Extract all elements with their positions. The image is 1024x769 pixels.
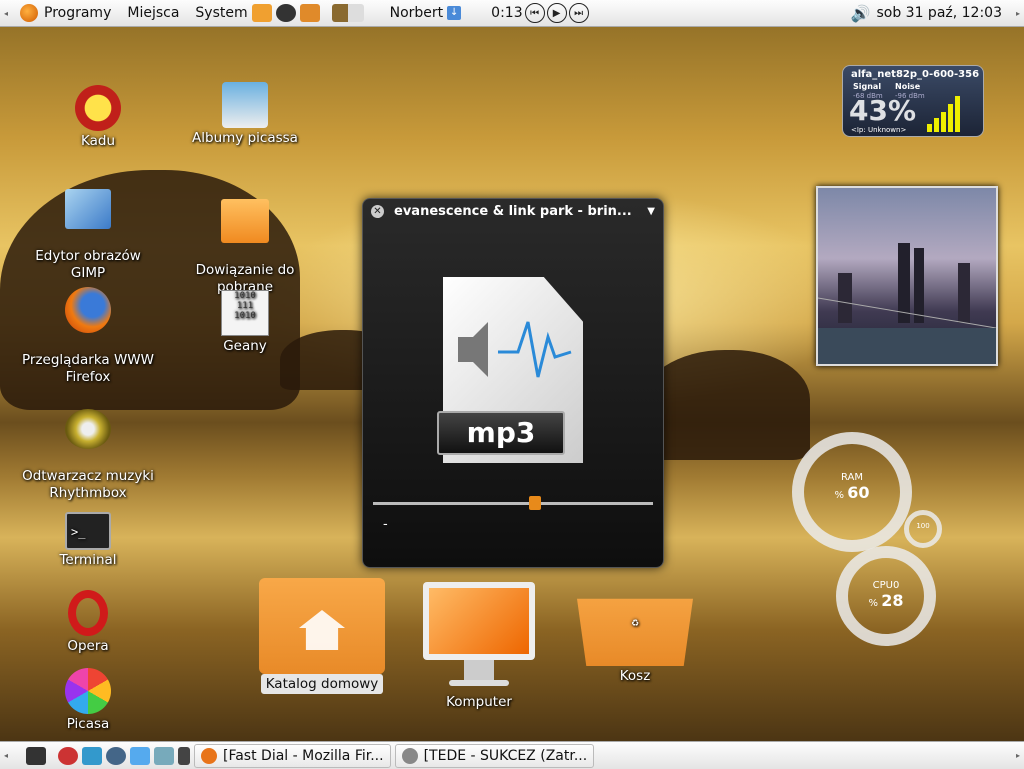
geany-icon: 1010 111 1010 bbox=[221, 290, 269, 336]
desktop-icon-rhythmbox[interactable]: Odtwarzacz muzyki Rhythmbox bbox=[12, 392, 164, 502]
user-dropdown-icon: ↓ bbox=[447, 6, 462, 20]
recycle-icon: ♻ bbox=[577, 598, 693, 666]
photo-frame-widget[interactable] bbox=[816, 186, 998, 366]
cursor-launcher-icon[interactable] bbox=[130, 746, 150, 765]
computer-icon bbox=[423, 582, 535, 692]
picasa-icon bbox=[65, 668, 111, 714]
wifi-percent: 43% bbox=[849, 94, 917, 127]
chevron-down-icon[interactable]: ▼ bbox=[647, 206, 655, 217]
gimp-icon bbox=[65, 189, 111, 229]
panel-arrow-left[interactable]: ◂ bbox=[4, 751, 12, 760]
workspace-switcher[interactable] bbox=[331, 4, 364, 22]
desktop-icon-opera[interactable]: Opera bbox=[40, 590, 136, 655]
ram-readout: RAM % 60 bbox=[834, 472, 870, 502]
wifi-ip: <Ip: Unknown> bbox=[851, 126, 907, 134]
cpu-readout: CPU0 % 28 bbox=[868, 580, 904, 610]
panel-arrow-right[interactable]: ▸ bbox=[1016, 9, 1020, 18]
desktop-icon-downloads-link[interactable]: Dowiązanie do pobrane bbox=[186, 182, 304, 296]
kadu-icon bbox=[75, 85, 121, 131]
play-icon[interactable]: ▶ bbox=[546, 3, 567, 23]
menu-programy[interactable]: Programy bbox=[20, 4, 111, 22]
taskbar-item-tede[interactable]: [TEDE - SUKCEZ (Zatr... bbox=[394, 743, 595, 768]
seek-bar[interactable] bbox=[373, 496, 653, 510]
dock-computer[interactable]: Komputer bbox=[420, 582, 538, 711]
seek-handle[interactable] bbox=[529, 496, 542, 510]
file-type-label: mp3 bbox=[437, 411, 565, 455]
bottom-panel: ◂ [Fast Dial - Mozilla Fir... [TEDE - SU… bbox=[0, 741, 1024, 769]
desktop-icon-picasa[interactable]: Picasa bbox=[40, 668, 136, 733]
dock-trash[interactable]: ♻ Kosz bbox=[572, 582, 698, 685]
media-controls: 0:13 ⏮ ▶ ⏭ bbox=[491, 3, 589, 23]
player-titlebar[interactable]: ✕ evanescence & link park - brin... ▼ bbox=[363, 199, 663, 223]
volume-icon[interactable]: 🔊 bbox=[851, 4, 871, 23]
player-title: evanescence & link park - brin... bbox=[394, 203, 632, 219]
desktop-icon-firefox[interactable]: Przeglądarka WWW Firefox bbox=[12, 270, 164, 386]
previous-icon[interactable]: ⏮ bbox=[524, 3, 545, 23]
wifi-widget: alfa_net82p_0-600-356 Signal Noise -68 d… bbox=[842, 65, 984, 137]
media-time: 0:13 bbox=[491, 5, 523, 21]
package-launcher-icon[interactable] bbox=[299, 4, 320, 22]
desktop-icon-picasa-albums[interactable]: Albumy picassa bbox=[186, 82, 304, 147]
device-launcher-icon[interactable] bbox=[178, 746, 190, 765]
wifi-bars-icon bbox=[927, 96, 960, 132]
city-skyline-image bbox=[817, 243, 997, 364]
home-launcher-icon[interactable] bbox=[251, 4, 272, 22]
home-folder-icon bbox=[259, 578, 385, 674]
top-panel: ◂ Programy Miejsca System Norbert ↓ 0:13… bbox=[0, 0, 1024, 27]
folder-icon bbox=[221, 199, 269, 243]
wifi-noise-label: Noise bbox=[895, 82, 921, 91]
image-launcher-icon[interactable] bbox=[154, 746, 174, 765]
media-player-window[interactable]: ✕ evanescence & link park - brin... ▼ mp… bbox=[362, 198, 664, 568]
taskbar-item-firefox[interactable]: [Fast Dial - Mozilla Fir... bbox=[194, 743, 391, 768]
next-icon[interactable]: ⏭ bbox=[568, 3, 589, 23]
gear-launcher-icon[interactable] bbox=[58, 746, 78, 765]
desktop-icon-kadu[interactable]: Kadu bbox=[40, 85, 156, 150]
panel-arrow-left[interactable]: ◂ bbox=[4, 9, 12, 18]
desktop-icon-terminal[interactable]: >_ Terminal bbox=[40, 512, 136, 569]
audio-icon bbox=[401, 747, 418, 764]
menu-system[interactable]: System bbox=[195, 5, 247, 21]
camera-icon bbox=[222, 82, 268, 128]
clock[interactable]: sob 31 paź, 12:03 bbox=[876, 5, 1002, 21]
show-desktop-icon[interactable] bbox=[26, 746, 46, 765]
firefox-icon bbox=[201, 747, 217, 764]
desktop-icon-gimp[interactable]: Edytor obrazów GIMP bbox=[20, 172, 156, 282]
gnome-foot-icon bbox=[20, 4, 38, 22]
desktop-icon-geany[interactable]: 1010 111 1010 Geany bbox=[200, 290, 290, 355]
small-gauge-value: 100 bbox=[916, 522, 930, 530]
firefox-icon bbox=[65, 287, 111, 333]
gnome-launcher-icon[interactable] bbox=[275, 4, 296, 22]
rhythmbox-icon bbox=[65, 409, 111, 449]
audio-wave-icon bbox=[458, 321, 572, 378]
network-launcher-icon[interactable] bbox=[82, 746, 102, 765]
dock-home-folder[interactable]: Katalog domowy bbox=[258, 578, 386, 694]
panel-arrow-right[interactable]: ▸ bbox=[1016, 751, 1020, 760]
user-switcher[interactable]: Norbert ↓ bbox=[390, 5, 462, 21]
player-time: - bbox=[383, 517, 388, 532]
terminal-icon: >_ bbox=[65, 512, 111, 550]
thunderbird-launcher-icon[interactable] bbox=[106, 746, 126, 765]
close-icon[interactable]: ✕ bbox=[371, 204, 384, 218]
wifi-signal-label: Signal bbox=[853, 82, 882, 91]
opera-icon bbox=[68, 590, 108, 636]
menu-miejsca[interactable]: Miejsca bbox=[127, 5, 179, 21]
wifi-ssid: alfa_net82p_0-600-356 bbox=[851, 69, 980, 80]
